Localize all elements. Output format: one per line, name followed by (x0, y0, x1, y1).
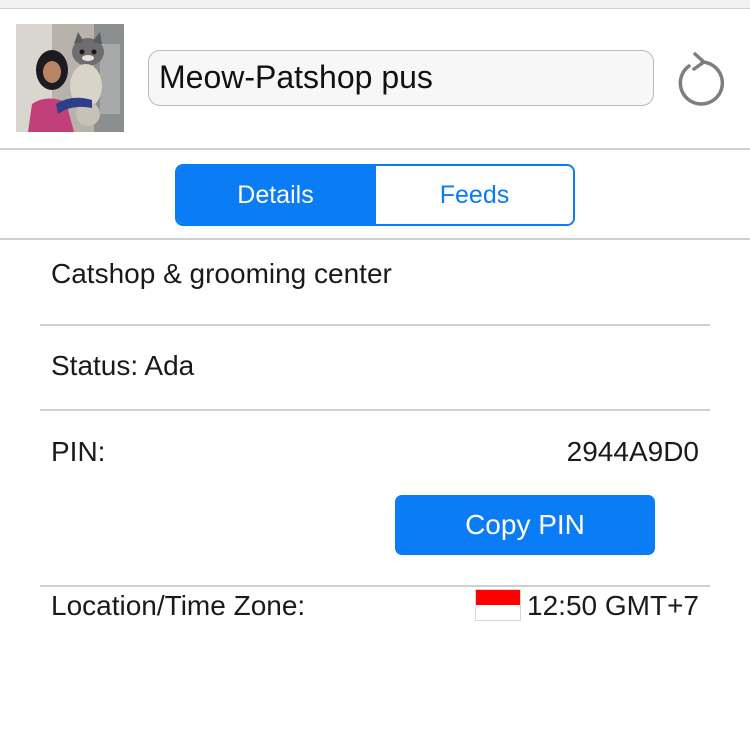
top-strip (0, 0, 750, 9)
status-label: Status: (51, 350, 139, 381)
divider (40, 324, 710, 326)
pin-label: PIN: (51, 436, 106, 467)
refresh-icon[interactable] (674, 49, 730, 109)
profile-header: Meow-Patshop pus (0, 9, 750, 150)
divider (40, 409, 710, 411)
description-row: Catshop & grooming center (40, 258, 710, 298)
location-row: Location/Time Zone: 12:50 GMT+7 (40, 588, 710, 630)
profile-name-field[interactable]: Meow-Patshop pus (148, 50, 654, 106)
profile-avatar[interactable] (16, 24, 124, 132)
shop-description: Catshop & grooming center (51, 258, 392, 289)
location-time: 12:50 GMT+7 (527, 590, 699, 621)
status-row: Status: Ada (40, 350, 710, 390)
tab-feeds[interactable]: Feeds (374, 166, 573, 224)
tab-details[interactable]: Details (177, 166, 374, 224)
status-value: Ada (144, 350, 195, 381)
tab-bar: Details Feeds (0, 150, 750, 240)
pin-value: 2944A9D0 (566, 436, 699, 467)
location-label: Location/Time Zone: (51, 590, 306, 621)
copy-pin-button[interactable]: Copy PIN (395, 495, 655, 555)
location-value-group: 12:50 GMT+7 (475, 588, 699, 624)
segmented-control: Details Feeds (175, 164, 575, 226)
indonesia-flag-icon (475, 588, 522, 621)
pin-row: PIN: 2944A9D0 (40, 436, 710, 476)
divider (40, 585, 710, 587)
avatar-photo-icon (16, 24, 124, 132)
status-text: Status: Ada (51, 350, 194, 382)
